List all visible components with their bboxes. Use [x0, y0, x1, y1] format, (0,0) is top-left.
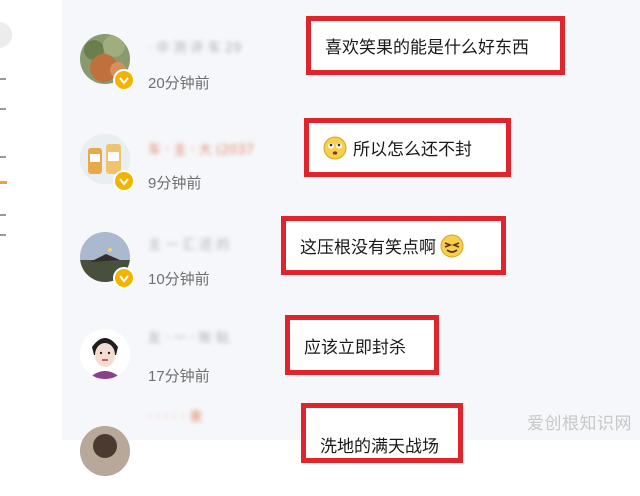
comment-item: · 中 测 评 车 29 20分钟前 喜欢笑果的能是什么好东西 [62, 16, 640, 112]
collapse-button[interactable] [0, 22, 12, 48]
squint-emoji-icon [440, 234, 464, 257]
comment-text: 这压根没有笑点啊 [300, 238, 436, 258]
highlighted-comment: 所以怎么还不封 [304, 118, 511, 177]
comment-text: 喜欢笑果的能是什么好东西 [325, 38, 529, 58]
comment-text: 所以怎么还不封 [353, 140, 472, 160]
watermark: 爱创根知识网 [527, 414, 632, 434]
comment-time: 10分钟前 [148, 271, 210, 288]
comment-item: 主 一 汇 还 的 10分钟前 这压根没有笑点啊 [62, 210, 640, 306]
comment-time: 17分钟前 [148, 368, 210, 385]
username-masked[interactable]: 车 · 主 · 大 (2037 [148, 139, 254, 158]
sidebar-mark [0, 181, 7, 184]
sidebar-mark [0, 234, 6, 236]
sidebar-mark [0, 214, 6, 216]
eye-roll-emoji-icon [323, 136, 347, 159]
verified-badge-icon [113, 267, 135, 289]
verified-badge-icon [113, 170, 135, 192]
highlighted-comment: 应该立即封杀 [285, 315, 439, 375]
comment-text: 洗地的满天战场 [320, 437, 439, 457]
highlighted-comment: 洗地的满天战场 [301, 403, 463, 463]
comment-text: 应该立即封杀 [304, 337, 406, 358]
username-masked[interactable]: 主 一 汇 还 的 [148, 234, 230, 253]
username-masked[interactable]: 友 · 一 · 账 贴 [148, 327, 229, 346]
sidebar-mark [0, 78, 6, 80]
sidebar-mark [0, 108, 6, 110]
left-sidebar-edge [0, 0, 28, 440]
comment-time: 9分钟前 [148, 175, 202, 192]
comment-time: 20分钟前 [148, 75, 210, 92]
highlighted-comment: 这压根没有笑点啊 [281, 216, 506, 275]
avatar[interactable] [80, 329, 130, 379]
comment-item: 友 · 一 · 账 贴 17分钟前 应该立即封杀 [62, 305, 640, 401]
avatar[interactable] [80, 426, 130, 476]
username-masked[interactable]: · · · · · 東 [148, 406, 202, 425]
verified-badge-icon [113, 69, 135, 91]
comment-list: · 中 测 评 车 29 20分钟前 喜欢笑果的能是什么好东西 车 · 主 · … [62, 0, 640, 476]
comment-item: 车 · 主 · 大 (2037 9分钟前 所以怎么还不封 [62, 112, 640, 208]
sidebar-mark [0, 156, 6, 158]
username-masked[interactable]: · 中 测 评 车 29 [148, 37, 241, 56]
highlighted-comment: 喜欢笑果的能是什么好东西 [306, 16, 565, 75]
